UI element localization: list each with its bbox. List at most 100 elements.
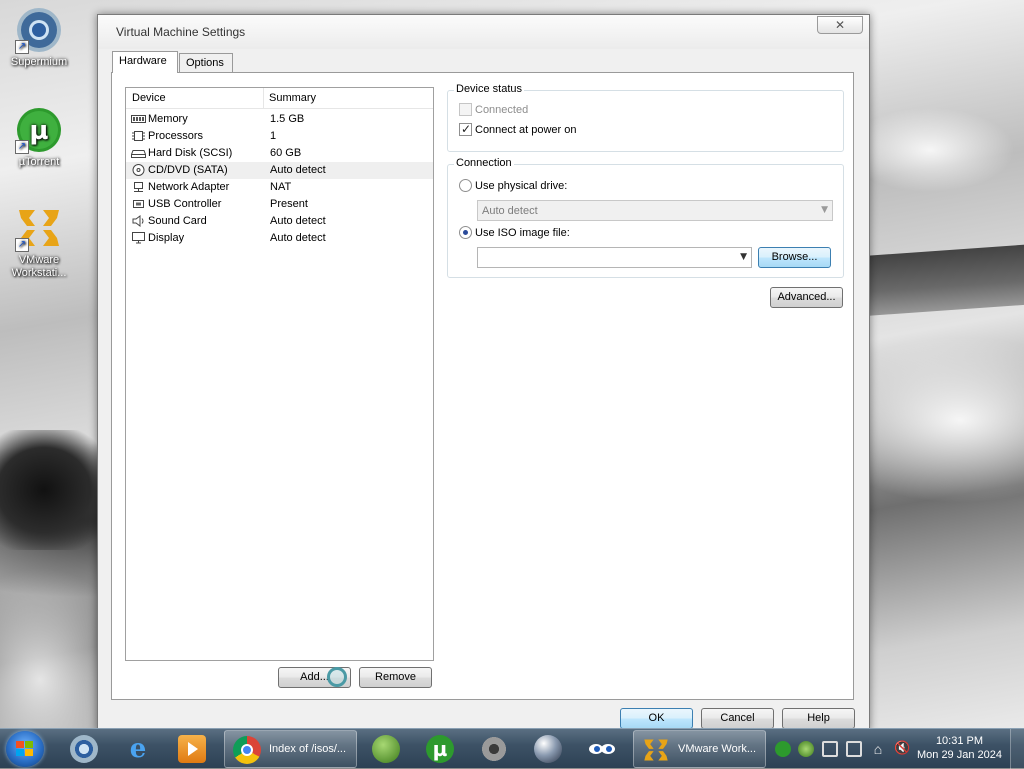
ok-button[interactable]: OK [620, 708, 693, 729]
taskbar-item-vmware[interactable]: VMware Work... [633, 730, 766, 768]
list-header: Device Summary [126, 88, 433, 109]
volume-muted-icon[interactable]: 🔇 [894, 741, 910, 757]
remove-button[interactable]: Remove [359, 667, 432, 688]
device-summary: Present [270, 198, 308, 210]
start-button[interactable] [6, 731, 44, 767]
device-name: USB Controller [148, 198, 222, 210]
taskbar-item-chrome[interactable]: Index of /isos/... [224, 730, 357, 768]
device-name: Network Adapter [148, 181, 230, 193]
device-summary: NAT [270, 181, 292, 193]
device-row-cd-dvd[interactable]: CD/DVD (SATA) Auto detect [126, 162, 433, 179]
show-desktop-button[interactable] [1010, 729, 1024, 769]
advanced-button-label: Advanced... [777, 291, 836, 303]
device-summary: 1 [270, 130, 277, 142]
desktop-icon-supermium[interactable]: ↗ Supermium [1, 6, 77, 69]
utorrent-tray-icon[interactable] [775, 741, 791, 757]
device-row-memory[interactable]: Memory 1.5 GB [126, 111, 433, 128]
chrome-icon [233, 736, 261, 764]
browse-button-label: Browse... [771, 251, 818, 263]
iso-path-combo[interactable]: ▼ [477, 247, 752, 268]
device-summary: Auto detect [270, 164, 326, 176]
physical-drive-value: Auto detect [482, 205, 538, 217]
device-summary: Auto detect [270, 232, 326, 244]
device-name: Processors [148, 130, 204, 142]
supermium-icon [70, 735, 98, 763]
wallpaper-shape [0, 430, 110, 550]
tab-label: Hardware [119, 55, 167, 67]
device-row-network-adapter[interactable]: Network Adapter NAT [126, 179, 433, 196]
device-row-display[interactable]: Display Auto detect [126, 230, 433, 247]
device-summary: Auto detect [270, 215, 326, 227]
advanced-button[interactable]: Advanced... [770, 287, 843, 308]
device-summary: 60 GB [270, 147, 302, 159]
taskbar-item-utorrent[interactable]: µ [418, 730, 462, 768]
system-clock[interactable]: 10:31 PM Mon 29 Jan 2024 [917, 734, 1002, 762]
tab-options[interactable]: Options [179, 53, 233, 74]
hard-disk-icon [131, 150, 146, 158]
taskbar: e Index of /isos/... µ VMware Work... ⌂ … [0, 728, 1024, 769]
desktop-icon-vmware[interactable]: ↗ VMware Workstati... [1, 204, 77, 280]
vm-settings-window: Virtual Machine Settings ✕ Hardware Opti… [97, 14, 870, 732]
taskbar-item-windows-orb[interactable] [364, 730, 408, 768]
device-name: Hard Disk (SCSI) [148, 147, 233, 159]
device-row-usb-controller[interactable]: USB Controller Present [126, 196, 433, 213]
device-row-processors[interactable]: Processors 1 [126, 128, 433, 145]
clock-date: Mon 29 Jan 2024 [916, 749, 1002, 761]
help-button[interactable]: Help [782, 708, 855, 729]
windows-orb-icon [372, 735, 400, 763]
use-physical-drive-radio[interactable] [459, 179, 472, 192]
taskbar-item-supermium[interactable] [62, 730, 106, 768]
taskbar-item-sphere[interactable] [526, 730, 570, 768]
connected-label: Connected [475, 104, 529, 116]
sphere-icon [534, 735, 562, 763]
close-button[interactable]: ✕ [817, 16, 863, 34]
media-player-icon [178, 735, 206, 763]
shortcut-arrow-icon: ↗ [15, 238, 29, 252]
title-bar[interactable]: Virtual Machine Settings ✕ [98, 15, 869, 49]
connection-group: Connection Use physical drive: Auto dete… [447, 157, 844, 278]
desktop-icon-utorrent[interactable]: µ ↗ µTorrent [1, 106, 77, 169]
device-status-title: Device status [454, 83, 525, 95]
device-row-sound-card[interactable]: Sound Card Auto detect [126, 213, 433, 230]
device-name: Display [148, 232, 185, 244]
network-adapter-icon [134, 182, 143, 192]
connection-title: Connection [454, 157, 514, 169]
taskbar-item-media-player[interactable] [170, 730, 214, 768]
desktop-icon-label: Supermium [10, 56, 68, 68]
taskbar-item-gear[interactable] [472, 730, 516, 768]
column-header-device[interactable]: Device [132, 92, 166, 104]
gear-icon [480, 735, 508, 763]
remove-button-label: Remove [375, 671, 416, 683]
memory-icon [131, 115, 146, 123]
device-list[interactable]: Device Summary Memory 1.5 GB Processors … [125, 87, 434, 661]
processor-icon [132, 131, 145, 141]
device-row-hard-disk[interactable]: Hard Disk (SCSI) 60 GB [126, 145, 433, 162]
device-status-group: Device status Connected Connect at power… [447, 83, 844, 152]
internet-explorer-icon: e [129, 734, 147, 764]
physical-drive-select[interactable]: Auto detect ▼ [477, 200, 833, 221]
taskbar-item-label: Index of /isos/... [269, 743, 347, 755]
help-button-label: Help [807, 712, 830, 724]
window-title: Virtual Machine Settings [116, 25, 246, 39]
device-name: Memory [148, 113, 188, 125]
hardware-panel: Device Summary Memory 1.5 GB Processors … [111, 72, 854, 700]
connect-at-power-on-checkbox[interactable] [459, 122, 472, 136]
browse-button[interactable]: Browse... [758, 247, 831, 268]
ok-button-label: OK [648, 712, 665, 724]
column-header-summary[interactable]: Summary [269, 92, 316, 104]
column-divider[interactable] [263, 88, 264, 109]
taskbar-item-internet-explorer[interactable]: e [116, 730, 160, 768]
vmware-icon [642, 736, 670, 764]
device-name: CD/DVD (SATA) [148, 164, 228, 176]
device-tray-icon[interactable] [822, 741, 838, 757]
cancel-button[interactable]: Cancel [701, 708, 774, 729]
taskbar-item-eyes[interactable] [580, 730, 624, 768]
network-tray-icon[interactable]: ⌂ [870, 741, 886, 757]
use-iso-image-radio[interactable] [459, 226, 472, 239]
connected-checkbox[interactable] [459, 103, 472, 116]
chevron-down-icon: ▼ [740, 252, 747, 262]
update-tray-icon[interactable] [798, 741, 814, 757]
vmware-icon: ↗ [15, 204, 63, 252]
tab-hardware[interactable]: Hardware [112, 51, 178, 73]
safely-remove-tray-icon[interactable] [846, 741, 862, 757]
